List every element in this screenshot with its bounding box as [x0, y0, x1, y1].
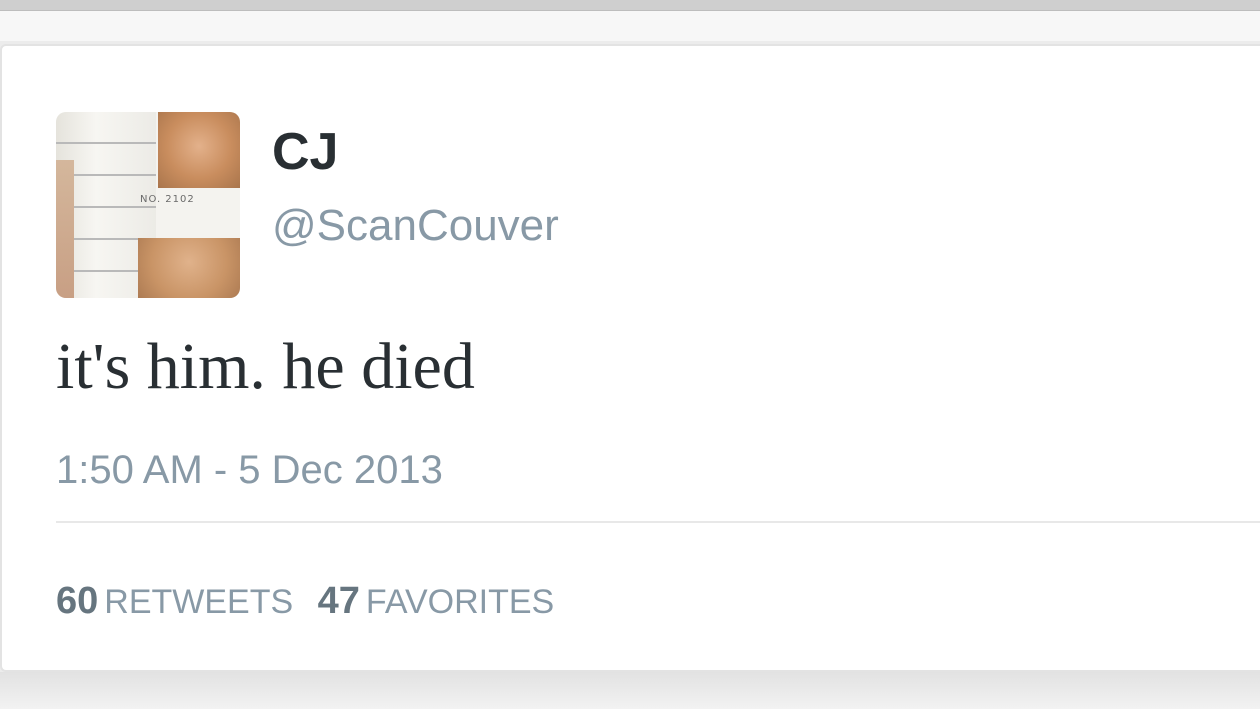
- display-name[interactable]: CJ: [272, 126, 338, 178]
- retweets-stat[interactable]: 60 RETWEETS: [56, 582, 293, 620]
- avatar-face-top: [158, 112, 240, 188]
- tweet-card: NO. 2102 CJ @ScanCouver it's him. he die…: [0, 44, 1260, 672]
- tweet-text: it's him. he died: [56, 330, 475, 403]
- avatar-left-face: [56, 160, 74, 298]
- tweet-timestamp[interactable]: 1:50 AM - 5 Dec 2013: [56, 450, 443, 490]
- favorites-stat[interactable]: 47 FAVORITES: [318, 582, 555, 620]
- previous-card-edge: [0, 0, 1260, 11]
- avatar-face-bottom: [138, 238, 240, 298]
- retweets-count: 60: [56, 580, 99, 622]
- favorites-label: FAVORITES: [365, 583, 555, 621]
- avatar-plate-text: NO. 2102: [140, 194, 195, 205]
- user-handle[interactable]: @ScanCouver: [272, 204, 559, 248]
- card-gap: [0, 11, 1260, 41]
- card-bottom-shadow: [0, 672, 1260, 709]
- tweet-stats: 60 RETWEETS 47 FAVORITES: [56, 582, 574, 620]
- divider: [56, 521, 1260, 523]
- avatar[interactable]: NO. 2102: [56, 112, 240, 298]
- retweets-label: RETWEETS: [104, 583, 294, 621]
- favorites-count: 47: [317, 580, 360, 622]
